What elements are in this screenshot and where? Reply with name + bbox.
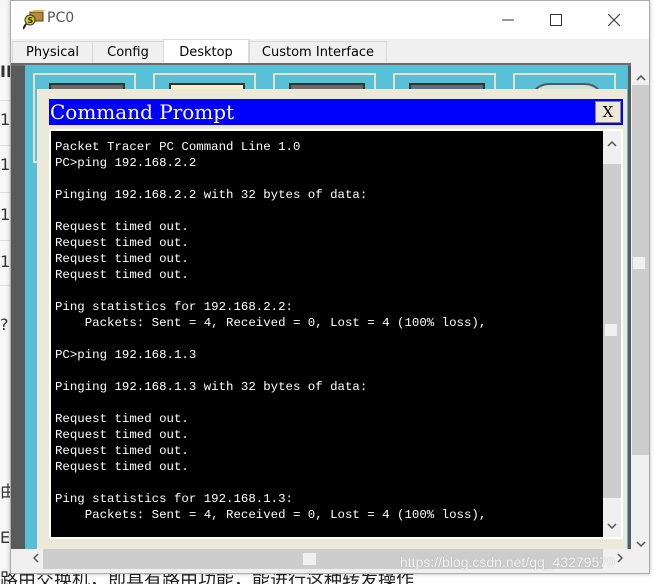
terminal-line: Ping statistics for 192.168.1.3: (55, 492, 293, 506)
terminal-line: Packet Tracer PC Command Line 1.0 (55, 140, 301, 154)
terminal-line: Request timed out. (55, 268, 189, 282)
close-icon (608, 14, 620, 26)
bg-fragment: 1 (0, 205, 11, 224)
maximize-button[interactable] (533, 1, 579, 39)
desktop-vertical-scrollbar[interactable] (632, 65, 649, 549)
command-prompt-titlebar[interactable]: Command Prompt X (49, 99, 623, 125)
terminal-line: Request timed out. (55, 460, 189, 474)
bg-divider (0, 285, 10, 286)
window-titlebar[interactable]: S PC0 (11, 1, 649, 39)
bg-divider (0, 192, 10, 193)
tab-config[interactable]: Config (92, 41, 164, 63)
tab-bar: Physical Config Desktop Custom Interface (11, 39, 649, 64)
tab-desktop[interactable]: Desktop (163, 39, 249, 64)
terminal-line: PC>ping 192.168.2.2 (55, 156, 197, 170)
bg-fragment: 1 (0, 155, 11, 174)
terminal-line: Packets: Sent = 4, Received = 0, Lost = … (55, 508, 487, 522)
terminal-line: Request timed out. (55, 252, 189, 266)
bg-fragment: E (0, 528, 11, 547)
terminal: Packet Tracer PC Command Line 1.0 PC>ping… (49, 129, 623, 539)
window-title: PC0 (47, 10, 75, 26)
bg-divider (0, 100, 10, 101)
scroll-down-icon[interactable] (632, 537, 649, 550)
terminal-vertical-scrollbar[interactable] (603, 131, 621, 537)
scroll-thumb[interactable] (303, 553, 316, 565)
tab-physical[interactable]: Physical (12, 41, 93, 63)
maximize-icon (550, 14, 562, 26)
terminal-line: Pinging 192.168.1.3 with 32 bytes of dat… (55, 380, 368, 394)
packet-tracer-pc-icon: S (23, 10, 45, 30)
terminal-output: Packet Tracer PC Command Line 1.0 PC>ping… (55, 139, 486, 523)
scroll-up-icon[interactable] (603, 137, 621, 150)
bg-fragment: ? (0, 315, 9, 334)
bg-divider (0, 240, 10, 241)
terminal-line: Request timed out. (55, 428, 189, 442)
scroll-down-icon[interactable] (603, 519, 621, 532)
minimize-icon (502, 19, 514, 21)
terminal-line: Request timed out. (55, 220, 189, 234)
terminal-line: Pinging 192.168.2.2 with 32 bytes of dat… (55, 188, 368, 202)
tab-custom-interface[interactable]: Custom Interface (249, 41, 387, 63)
scroll-up-icon[interactable] (632, 71, 649, 84)
command-prompt-close-button[interactable]: X (595, 101, 621, 123)
terminal-line: Request timed out. (55, 236, 189, 250)
background-page-left: IP 1 1 1 1 ? 由 E (0, 0, 18, 584)
minimize-button[interactable] (485, 1, 531, 39)
command-prompt-title: Command Prompt (50, 100, 235, 124)
close-button[interactable] (591, 1, 637, 39)
command-prompt-dialog: Command Prompt X Packet Tracer PC Comman… (37, 89, 627, 549)
terminal-line: Packets: Sent = 4, Received = 0, Lost = … (55, 316, 487, 330)
bg-fragment: 1 (0, 110, 11, 129)
terminal-line: Ping statistics for 192.168.2.2: (55, 300, 293, 314)
scroll-track[interactable] (632, 85, 649, 455)
terminal-line: PC>ping 192.168.1.3 (55, 348, 197, 362)
terminal-screen[interactable]: Packet Tracer PC Command Line 1.0 PC>ping… (51, 131, 603, 537)
bg-divider (0, 145, 10, 146)
scroll-thumb[interactable] (605, 324, 617, 336)
terminal-line: Request timed out. (55, 412, 189, 426)
watermark: https://blog.csdn.net/qq_43279579 (400, 554, 615, 570)
pc0-window: S PC0 Physical Config Desktop Custom Int… (10, 0, 650, 574)
scroll-thumb[interactable] (633, 257, 645, 269)
terminal-line: Request timed out. (55, 444, 189, 458)
bg-fragment: 1 (0, 252, 11, 271)
svg-text:S: S (28, 16, 34, 25)
